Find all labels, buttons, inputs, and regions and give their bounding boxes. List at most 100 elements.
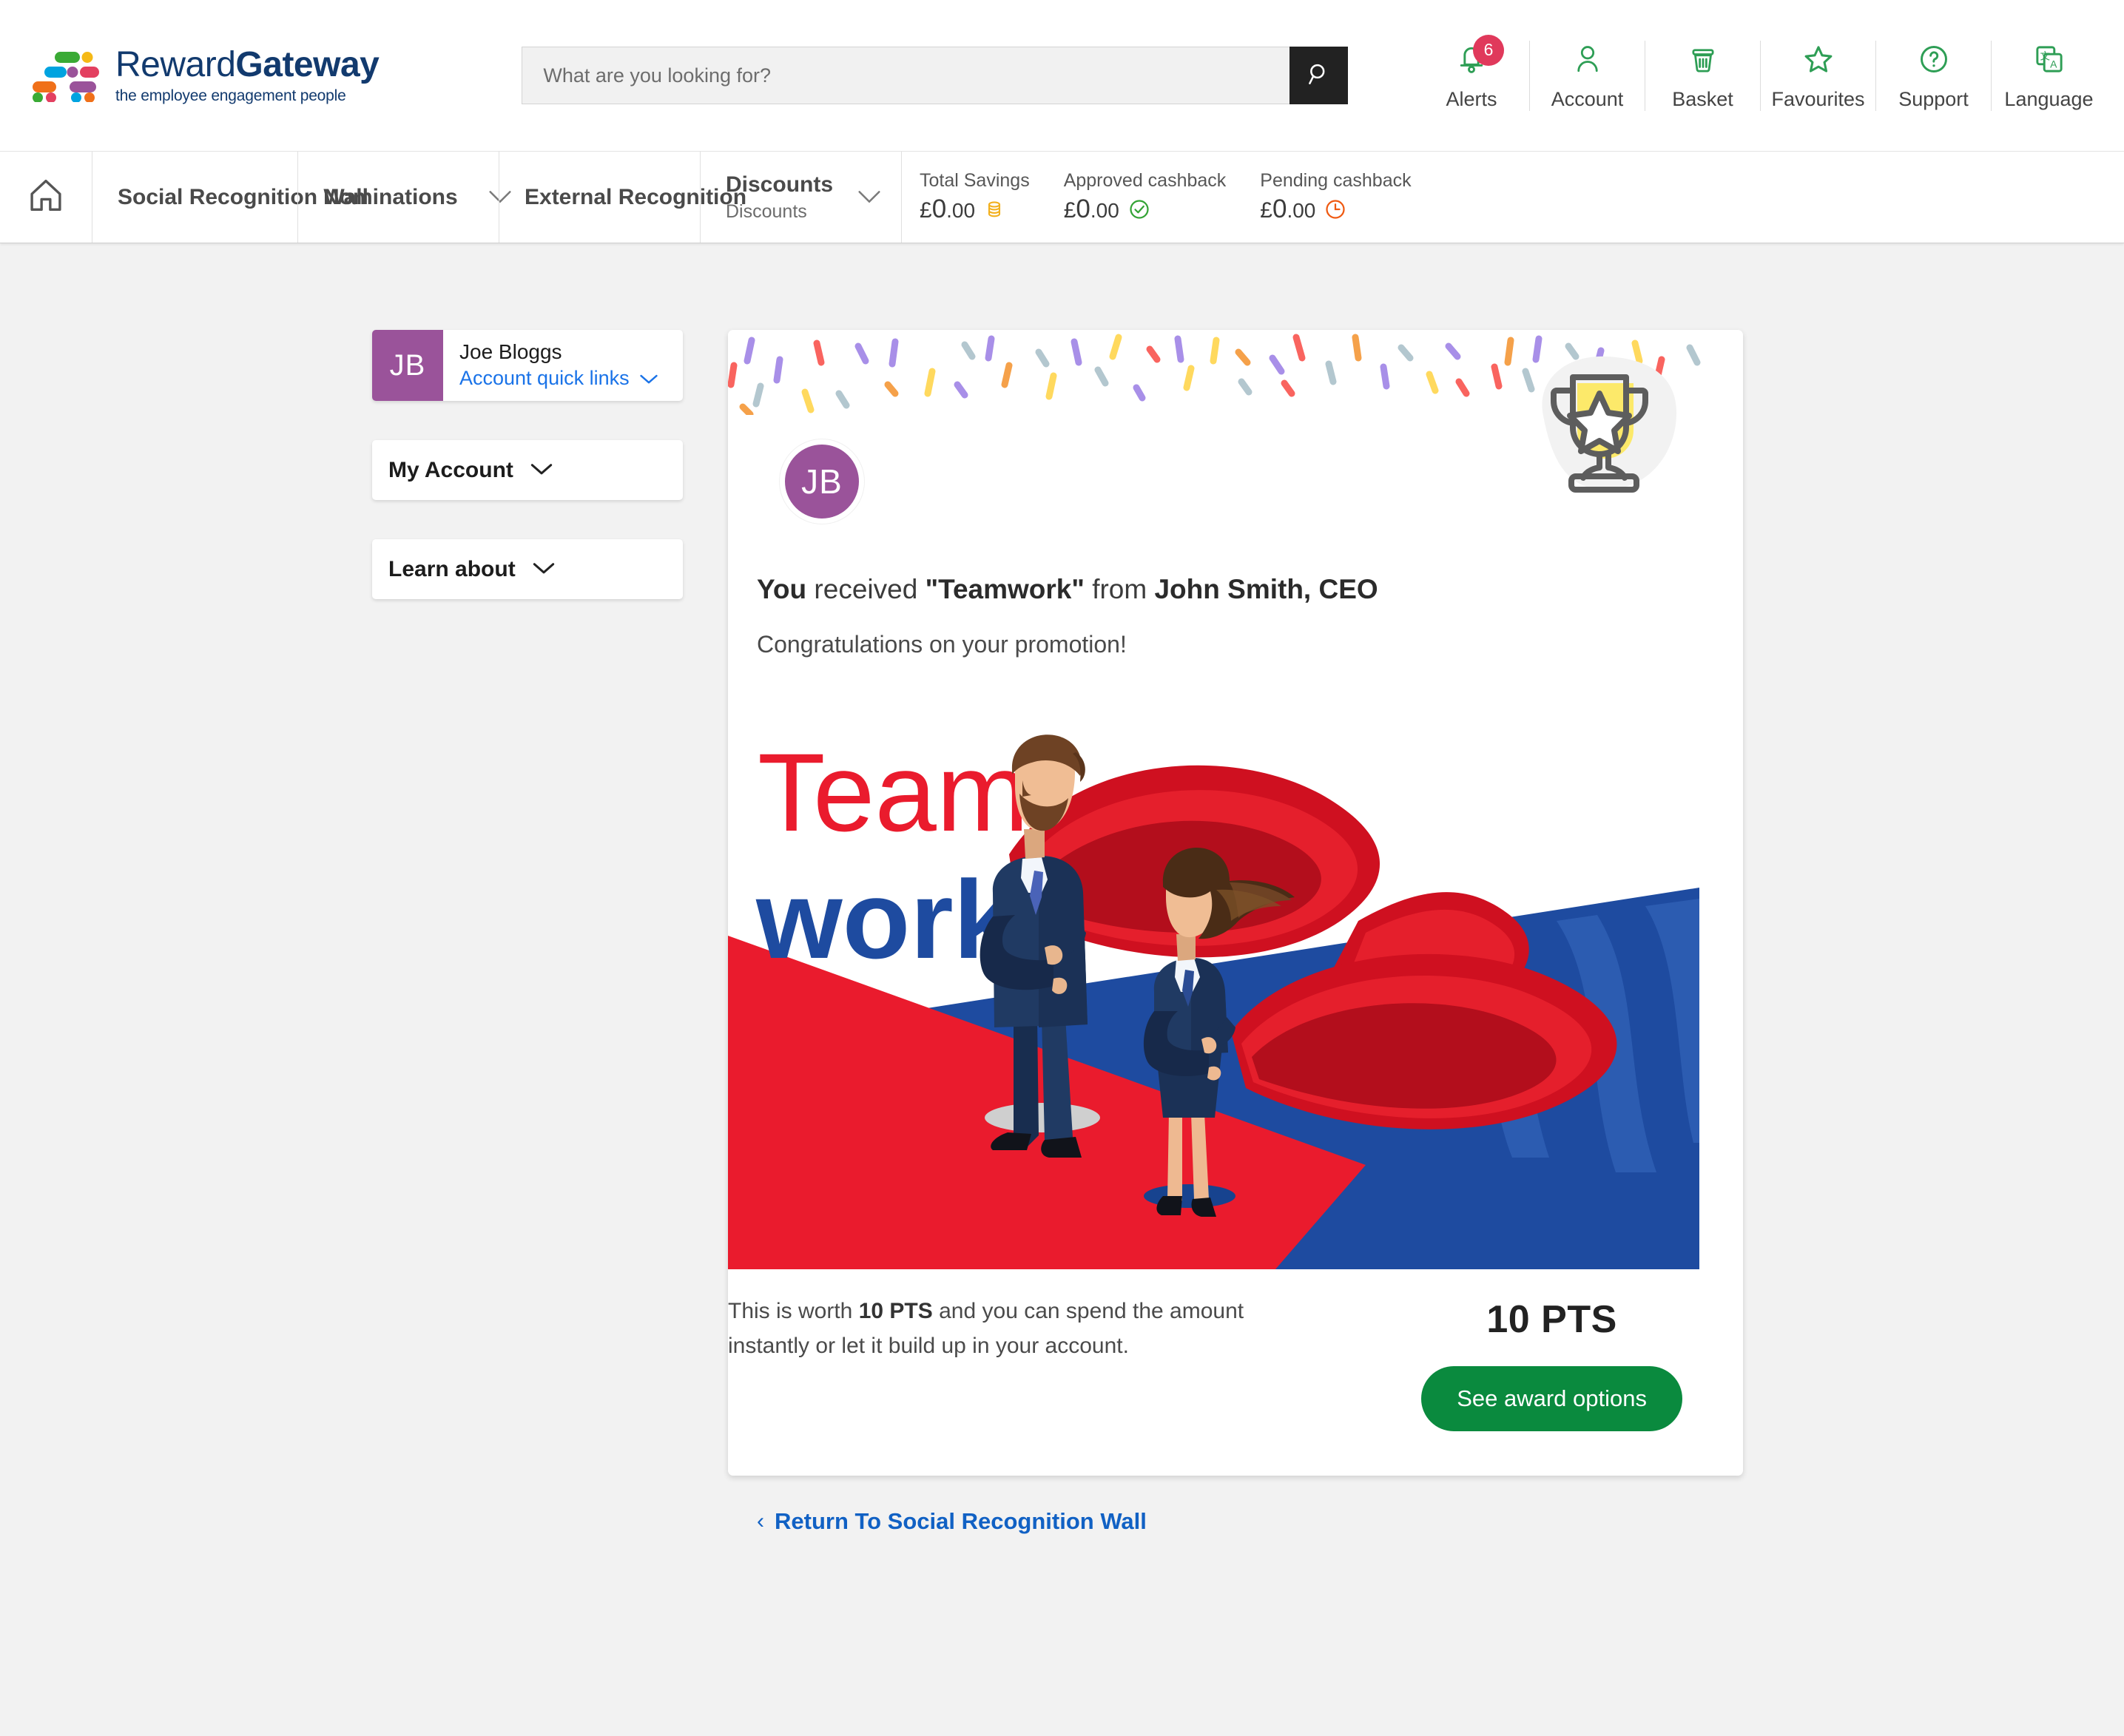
recognition-title-from: from [1084, 574, 1155, 604]
see-award-options-button[interactable]: See award options [1421, 1366, 1682, 1431]
recognition-avatar: JB [780, 439, 864, 524]
chevron-down-icon [532, 561, 556, 578]
avatar: JB [372, 330, 443, 401]
util-item-basket[interactable]: Basket [1645, 40, 1760, 111]
recognition-footer: This is worth 10 PTS and you can spend t… [728, 1269, 1743, 1476]
chevron-left-icon: ‹ [757, 1509, 764, 1533]
teamwork-hero-image: Team work [728, 699, 1699, 1269]
saving-currency-approved-cashback: £ [1063, 198, 1076, 223]
chevron-down-icon [639, 367, 658, 390]
alerts-badge: 6 [1473, 34, 1504, 66]
util-item-alerts[interactable]: 6 Alerts [1414, 34, 1529, 111]
points-badge: 10 PTS [1486, 1298, 1617, 1341]
util-label-alerts: Alerts [1446, 87, 1497, 110]
util-item-language[interactable]: 文 A Language [1991, 40, 2106, 111]
recognition-title-received: received [806, 574, 926, 604]
saving-decimal-approved-cashback: .00 [1090, 199, 1119, 222]
site-search [522, 47, 1349, 104]
nav-item-nominations[interactable]: Nominations [297, 152, 511, 243]
saving-decimal-total-savings: .00 [946, 199, 976, 222]
star-icon [1801, 42, 1835, 80]
saving-currency-total-savings: £ [920, 198, 932, 223]
main-content: JB You received "Teamwork" from John Smi… [728, 330, 1743, 1535]
chevron-down-icon [530, 462, 553, 479]
nav-sublabel-discounts: Discounts [726, 200, 807, 222]
sidebar: JB Joe Bloggs Account quick links My Acc… [372, 330, 683, 1535]
sidebar-item-my-account[interactable]: My Account [372, 440, 683, 500]
svg-text:A: A [2050, 58, 2057, 70]
nav-item-external-recognition[interactable]: External Recognition [499, 152, 746, 243]
saving-whole-total-savings: 0 [931, 195, 947, 223]
util-item-support[interactable]: Support [1875, 40, 1991, 111]
recognition-card: JB You received "Teamwork" from John Smi… [728, 330, 1743, 1476]
saving-pending-cashback[interactable]: Pending cashback £0.00 [1260, 170, 1411, 224]
search-input[interactable] [522, 47, 1290, 104]
util-item-favourites[interactable]: Favourites [1760, 40, 1875, 111]
brand-wordmark: RewardGateway the employee engagement pe… [115, 45, 380, 104]
svg-text:work: work [755, 857, 1016, 982]
nav-home-button[interactable] [0, 152, 92, 243]
trophy-star-icon [1523, 345, 1687, 503]
recognition-title: You received "Teamwork" from John Smith,… [757, 574, 1743, 605]
util-label-language: Language [2004, 87, 2094, 110]
util-item-account[interactable]: Account [1529, 40, 1645, 111]
sidebar-item-learn-about[interactable]: Learn about [372, 539, 683, 599]
basket-icon [1688, 42, 1719, 80]
home-icon [26, 175, 66, 219]
worth-points: 10 PTS [858, 1299, 933, 1323]
worth-text: This is worth 10 PTS and you can spend t… [728, 1294, 1268, 1363]
reward-gateway-blocks-logo-icon [31, 49, 99, 103]
recognition-message: Congratulations on your promotion! [757, 631, 1127, 658]
brand-name-bold: Gateway [235, 45, 380, 84]
recognition-title-you: You [757, 574, 807, 604]
saving-whole-pending-cashback: 0 [1272, 195, 1287, 223]
search-icon [1306, 61, 1332, 90]
saving-currency-pending-cashback: £ [1260, 198, 1272, 223]
return-to-social-recognition-wall-link[interactable]: ‹ Return To Social Recognition Wall [757, 1508, 1147, 1535]
return-link-label: Return To Social Recognition Wall [775, 1508, 1147, 1534]
nav-item-discounts[interactable]: Discounts Discounts [700, 152, 901, 243]
question-circle-icon [1918, 43, 1950, 79]
util-label-favourites: Favourites [1771, 87, 1865, 110]
saving-label-approved-cashback: Approved cashback [1063, 170, 1227, 191]
recognition-title-award: "Teamwork" [925, 574, 1085, 604]
util-label-support: Support [1898, 87, 1969, 110]
worth-prefix: This is worth [728, 1299, 859, 1323]
brand-name-light: Reward [115, 45, 236, 84]
util-label-account: Account [1551, 87, 1624, 110]
translate-icon: 文 A [2033, 43, 2066, 79]
chevron-down-icon [857, 185, 882, 210]
coins-icon [984, 199, 1005, 220]
util-label-basket: Basket [1672, 87, 1733, 110]
saving-whole-approved-cashback: 0 [1076, 195, 1090, 223]
nav-item-social-recognition-wall[interactable]: Social Recognition Wall [92, 152, 368, 243]
nav-label-nominations: Nominations [323, 184, 458, 209]
brand-logo[interactable]: RewardGateway the employee engagement pe… [31, 45, 380, 104]
page-body: JB Joe Bloggs Account quick links My Acc… [0, 243, 2124, 1535]
saving-decimal-pending-cashback: .00 [1287, 199, 1316, 222]
brand-tagline: the employee engagement people [115, 87, 346, 104]
saving-total-savings[interactable]: Total Savings £0.00 [920, 170, 1030, 224]
utility-nav: 6 Alerts Account Basket Favourites Suppo… [1414, 34, 2106, 111]
recognition-title-sender: John Smith, CEO [1154, 574, 1378, 604]
person-icon [1572, 42, 1603, 80]
return-row: ‹ Return To Social Recognition Wall [757, 1508, 1743, 1535]
saving-approved-cashback[interactable]: Approved cashback £0.00 [1064, 170, 1227, 224]
search-button[interactable] [1289, 47, 1349, 104]
site-header: RewardGateway the employee engagement pe… [0, 0, 2124, 152]
savings-summary: Total Savings £0.00 Approved cashback £0… [901, 152, 1446, 243]
clock-icon [1324, 198, 1346, 220]
account-quick-links-button[interactable]: Account quick links [459, 367, 658, 390]
check-circle-icon [1128, 198, 1150, 220]
account-quick-links-label: Account quick links [459, 367, 630, 389]
sidebar-label-my-account: My Account [388, 457, 513, 482]
svg-text:Team: Team [758, 730, 1029, 854]
sidebar-label-learn-about: Learn about [388, 556, 516, 581]
saving-label-total-savings: Total Savings [920, 170, 1030, 191]
sidebar-user-name: Joe Bloggs [459, 340, 562, 363]
sidebar-user-card[interactable]: JB Joe Bloggs Account quick links [372, 330, 683, 401]
nav-label-discounts: Discounts [726, 172, 834, 197]
svg-text:文: 文 [2040, 51, 2050, 62]
saving-label-pending-cashback: Pending cashback [1260, 170, 1412, 191]
primary-nav: Social Recognition Wall Nominations Exte… [0, 152, 2124, 243]
